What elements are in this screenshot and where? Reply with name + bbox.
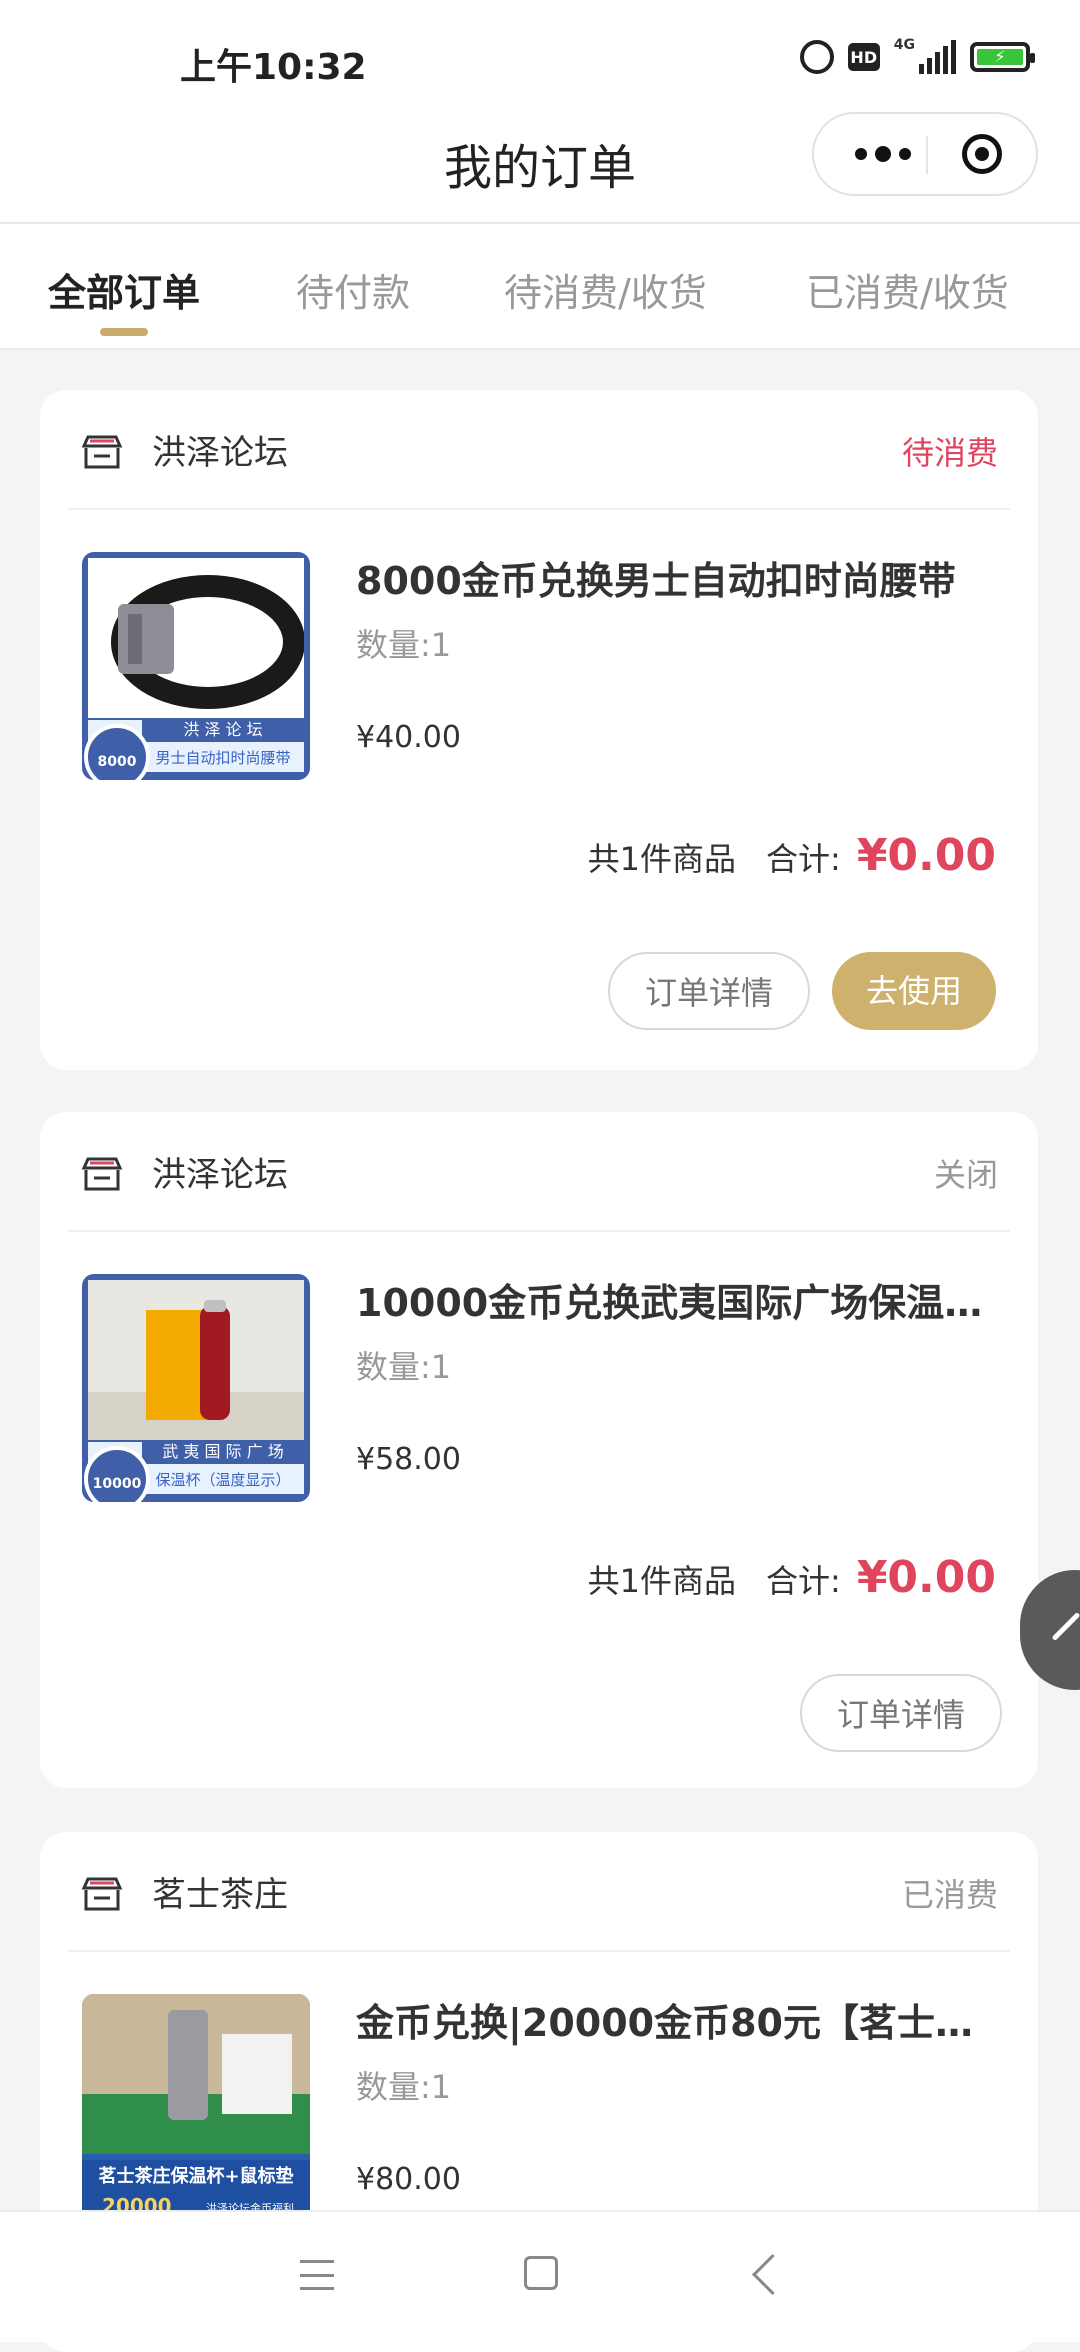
product-quantity: 数量:1 xyxy=(356,1348,452,1386)
product-quantity: 数量:1 xyxy=(356,626,452,664)
tab-pending-payment[interactable]: 待付款 xyxy=(296,262,410,317)
product-thumbnail[interactable]: 茗士茶庄保温杯+鼠标垫 20000 洪泽论坛金币福利 xyxy=(82,1994,310,2222)
total-price: ¥0.00 xyxy=(856,1552,996,1603)
item-count: 共1件商品 xyxy=(587,840,737,878)
item-count: 共1件商品 xyxy=(587,1562,737,1600)
product-thumbnail[interactable]: 武 夷 国 际 广 场 保温杯（温度显示） 10000 xyxy=(82,1274,310,1502)
divider xyxy=(68,1230,1010,1232)
hd-icon: HD xyxy=(847,43,880,71)
product-title[interactable]: 金币兑换|20000金币80元【茗士茶庄保温杯+鼠标垫】 xyxy=(356,1992,1006,2047)
order-detail-button[interactable]: 订单详情 xyxy=(608,952,810,1030)
divider xyxy=(68,1950,1010,1952)
tab-all-orders[interactable]: 全部订单 xyxy=(48,262,200,317)
order-summary: 共1件商品 合计: ¥0.00 xyxy=(588,830,996,881)
shop-row: 洪泽论坛 关闭 xyxy=(80,1148,998,1202)
order-status: 已消费 xyxy=(901,1876,998,1914)
shop-row: 洪泽论坛 待消费 xyxy=(80,426,998,480)
order-card[interactable]: 洪泽论坛 关闭 武 夷 国 际 广 场 保温杯（温度显示） 10000 1000… xyxy=(40,1112,1038,1788)
close-miniprogram-icon[interactable] xyxy=(962,134,1002,174)
shop-icon xyxy=(81,1157,123,1191)
divider xyxy=(68,508,1010,510)
miniprogram-capsule xyxy=(812,112,1038,196)
belt-image xyxy=(111,575,305,709)
capsule-divider xyxy=(926,136,928,174)
more-icon[interactable] xyxy=(842,114,924,194)
shop-icon xyxy=(81,1877,123,1911)
product-title[interactable]: 8000金币兑换男士自动扣时尚腰带 xyxy=(356,550,1006,605)
thumbnail-photo xyxy=(88,558,305,718)
use-button[interactable]: 去使用 xyxy=(832,952,996,1030)
order-status: 关闭 xyxy=(933,1156,998,1194)
system-nav-bar xyxy=(0,2210,1080,2342)
shop-name: 洪泽论坛 xyxy=(152,1155,288,1195)
tab-pending-consumption[interactable]: 待消费/收货 xyxy=(504,262,707,317)
product-price: ¥58.00 xyxy=(356,1442,461,1477)
shop-icon xyxy=(81,435,123,469)
battery-icon: ⚡ xyxy=(970,42,1035,72)
home-icon[interactable] xyxy=(524,2256,558,2290)
product-quantity: 数量:1 xyxy=(356,2068,452,2106)
thumbnail-band-top: 洪 泽 论 坛 xyxy=(142,718,304,742)
back-icon[interactable] xyxy=(751,2253,794,2296)
status-icons: HD 4G ⚡ xyxy=(799,37,1035,74)
tab-consumed[interactable]: 已消费/收货 xyxy=(806,262,1009,317)
shop-name: 茗士茶庄 xyxy=(152,1875,288,1915)
total-price: ¥0.00 xyxy=(856,830,996,881)
thumbnail-band-bottom: 保温杯（温度显示） xyxy=(155,1471,291,1489)
order-summary: 共1件商品 合计: ¥0.00 xyxy=(588,1552,996,1603)
coin-seal-value: 8000 xyxy=(97,754,137,770)
thumbnail-band-top: 武 夷 国 际 广 场 xyxy=(142,1440,304,1464)
status-time: 上午10:32 xyxy=(180,47,367,88)
total-label: 合计: xyxy=(766,840,841,878)
thumbnail-band-top: 茗士茶庄保温杯+鼠标垫 xyxy=(98,2166,294,2187)
order-detail-button[interactable]: 订单详情 xyxy=(800,1674,1002,1752)
product-thumbnail[interactable]: 洪 泽 论 坛 男士自动扣时尚腰带 8000 xyxy=(82,552,310,780)
order-status: 待消费 xyxy=(901,434,998,472)
coin-seal-value: 10000 xyxy=(92,1476,142,1492)
shop-name: 洪泽论坛 xyxy=(152,433,288,473)
order-card[interactable]: 洪泽论坛 待消费 洪 泽 论 坛 男士自动扣时尚腰带 8000 8000金币兑换… xyxy=(40,390,1038,1070)
shop-row: 茗士茶庄 已消费 xyxy=(80,1868,998,1922)
alarm-icon xyxy=(799,40,834,74)
thumbnail-band-bottom: 男士自动扣时尚腰带 xyxy=(155,749,291,767)
product-price: ¥40.00 xyxy=(356,720,461,755)
product-price: ¥80.00 xyxy=(356,2162,461,2197)
thermos-image xyxy=(88,1300,304,1440)
total-label: 合计: xyxy=(766,1562,841,1600)
thumbnail-photo xyxy=(88,1280,304,1440)
status-bar: 上午10:32 HD 4G ⚡ xyxy=(0,0,1080,110)
menu-icon[interactable] xyxy=(300,2260,334,2290)
order-tabs: 全部订单 待付款 待消费/收货 已消费/收货 xyxy=(0,224,1080,350)
signal-icon xyxy=(919,40,956,74)
active-tab-indicator xyxy=(100,328,148,336)
navbar: 我的订单 xyxy=(0,110,1080,224)
network-type: 4G xyxy=(893,37,915,53)
product-title[interactable]: 10000金币兑换武夷国际广场保温杯（温度显示） xyxy=(356,1272,1006,1327)
